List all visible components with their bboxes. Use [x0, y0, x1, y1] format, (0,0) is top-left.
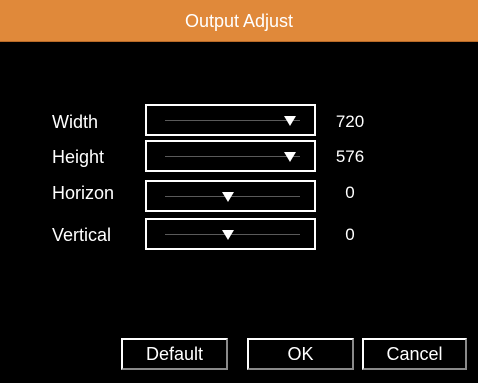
vertical-label: Vertical [52, 225, 112, 245]
title-bar: Output Adjust [0, 0, 478, 42]
vertical-slider[interactable] [145, 218, 316, 250]
default-button[interactable]: Default [121, 338, 228, 370]
horizon-value: 0 [345, 183, 355, 202]
dialog-title: Output Adjust [184, 11, 294, 31]
height-label: Height [52, 147, 105, 167]
width-value: 720 [335, 112, 365, 131]
slider-thumb-icon[interactable] [284, 116, 296, 126]
horizon-label: Horizon [52, 183, 115, 203]
slider-track [165, 120, 300, 121]
slider-track [165, 156, 300, 157]
width-slider[interactable] [145, 104, 316, 136]
height-value: 576 [335, 147, 365, 166]
vertical-value: 0 [345, 225, 355, 244]
slider-thumb-icon[interactable] [221, 192, 234, 202]
horizon-slider[interactable] [145, 180, 316, 212]
slider-thumb-icon[interactable] [284, 152, 296, 162]
cancel-button[interactable]: Cancel [362, 338, 467, 370]
slider-thumb-icon[interactable] [221, 230, 234, 240]
ok-button[interactable]: OK [247, 338, 354, 370]
width-label: Width [52, 112, 99, 132]
output-adjust-dialog: Output Adjust Width 720 Height 576 Horiz… [0, 0, 478, 383]
height-slider[interactable] [145, 140, 316, 172]
